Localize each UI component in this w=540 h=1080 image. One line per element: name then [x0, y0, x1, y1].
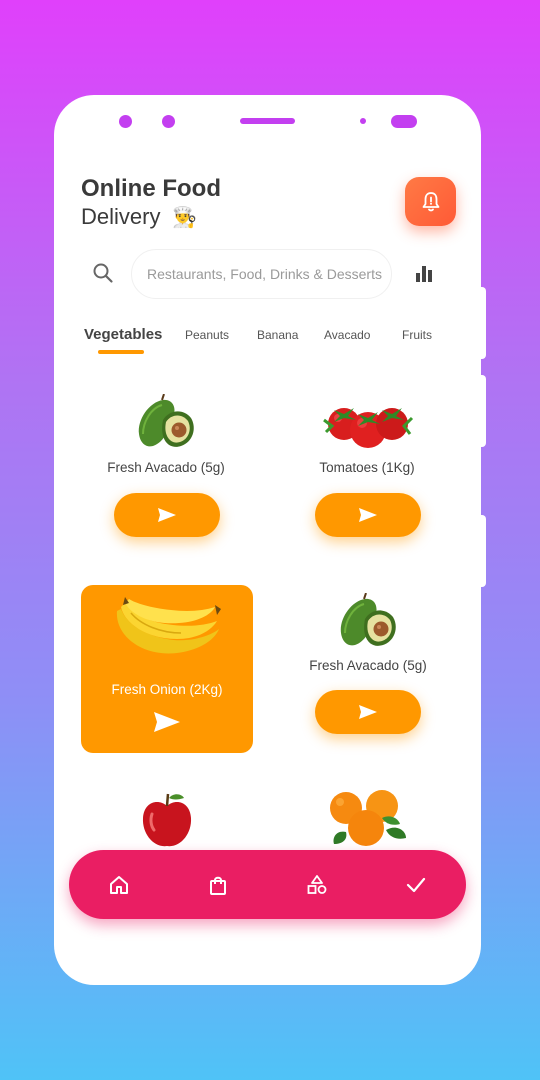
camera-dot	[119, 115, 132, 128]
tab-avacado[interactable]: Avacado	[324, 328, 370, 342]
sensor-pill	[391, 115, 417, 128]
bell-icon	[422, 191, 439, 211]
tab-fruits[interactable]: Fruits	[402, 328, 432, 342]
product-name: Fresh Onion (2Kg)	[111, 682, 223, 697]
avocado-image	[138, 394, 194, 447]
shopping-bag-icon[interactable]	[208, 875, 228, 895]
camera-dot	[162, 115, 175, 128]
home-icon[interactable]	[109, 875, 129, 895]
product-name: Tomatoes (1Kg)	[319, 460, 415, 475]
tab-peanuts[interactable]: Peanuts	[185, 328, 229, 342]
search-input[interactable]	[131, 249, 392, 299]
oranges-image	[330, 790, 406, 846]
order-button[interactable]	[315, 690, 421, 734]
notification-button[interactable]	[405, 177, 456, 226]
bar-chart-icon[interactable]	[415, 264, 433, 282]
send-icon	[158, 508, 176, 522]
shapes-icon[interactable]	[307, 875, 327, 895]
tab-banana[interactable]: Banana	[257, 328, 298, 342]
product-name: Fresh Avacado (5g)	[309, 658, 427, 673]
search-icon[interactable]	[92, 262, 114, 284]
active-tab-indicator	[98, 350, 144, 354]
order-button[interactable]	[114, 493, 220, 537]
page-title: Online Food	[81, 175, 221, 202]
product-name: Fresh Avacado (5g)	[107, 460, 225, 475]
send-icon	[359, 705, 377, 719]
send-icon	[359, 508, 377, 522]
bottom-nav-bar	[69, 850, 466, 919]
speaker-bar	[240, 118, 295, 124]
apple-image	[142, 793, 192, 847]
tab-vegetables[interactable]: Vegetables	[84, 326, 162, 343]
chef-emoji: 👨‍🍳	[172, 207, 197, 229]
featured-product-card[interactable]: Fresh Onion (2Kg)	[81, 585, 253, 753]
sensor-dot	[360, 118, 366, 124]
tomatoes-image	[323, 408, 414, 448]
send-icon[interactable]	[153, 711, 181, 733]
bananas-image	[116, 597, 221, 654]
check-icon[interactable]	[406, 875, 426, 895]
order-button[interactable]	[315, 493, 421, 537]
avocado-image	[340, 593, 396, 646]
page-subtitle: Delivery	[81, 204, 161, 229]
